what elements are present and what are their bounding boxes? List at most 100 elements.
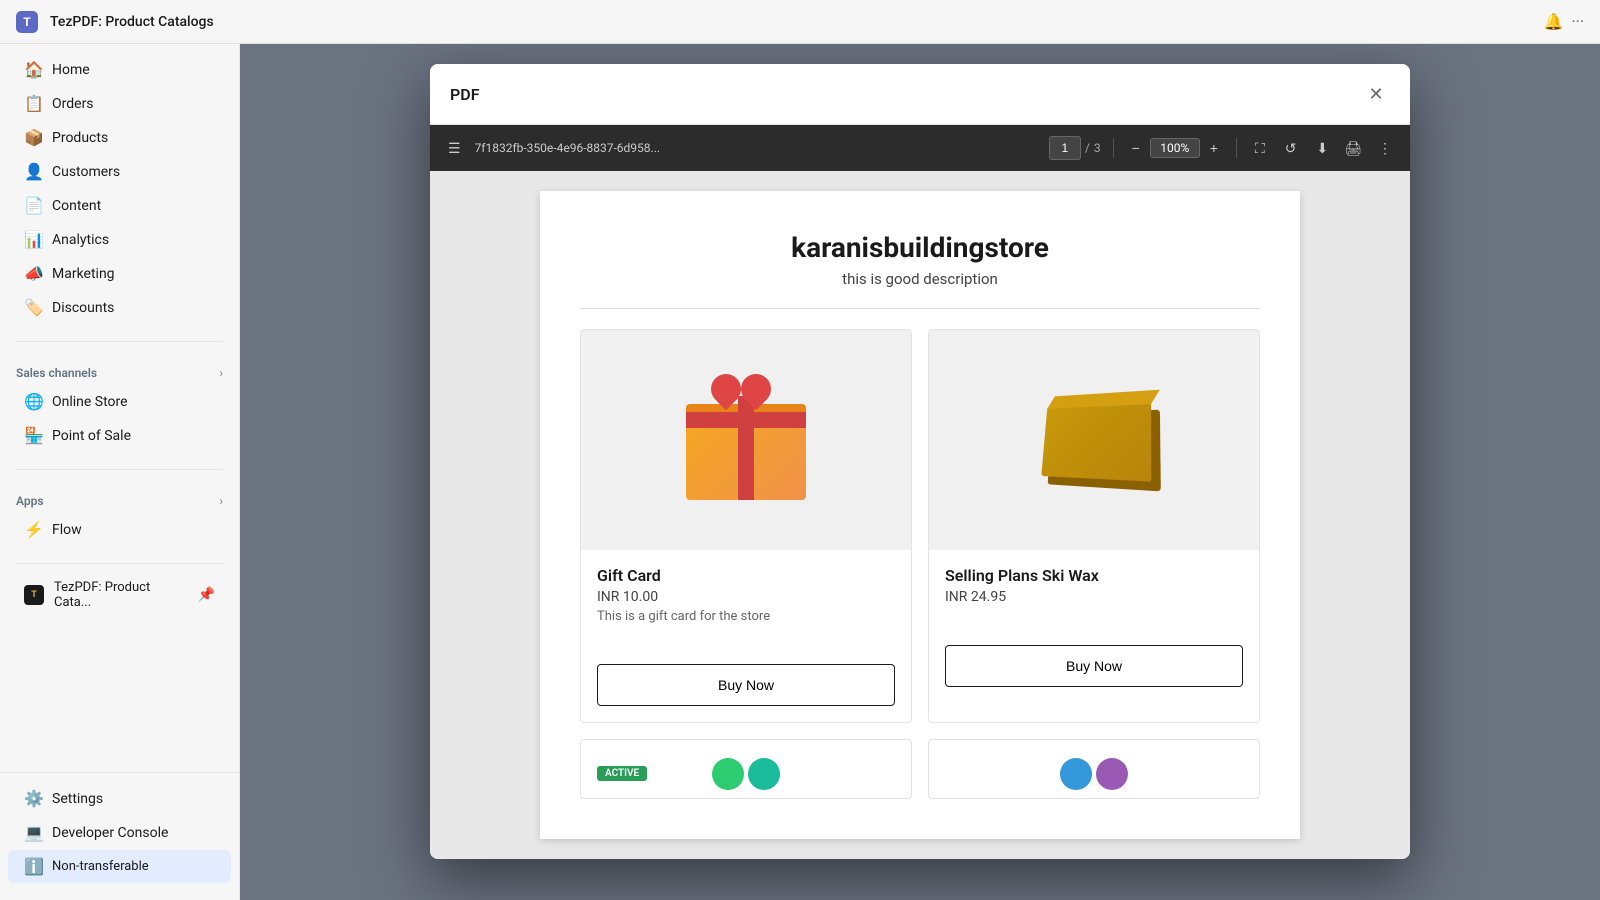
product-name-gift-card: Gift Card	[597, 566, 895, 585]
product-desc-gift-card: This is a gift card for the store	[597, 609, 895, 624]
pdf-zoom-out-button[interactable]: −	[1126, 136, 1146, 160]
pdf-modal: PDF ✕ ☰ 7f1832fb-350e-4e96-8837-6d958...…	[430, 64, 1410, 859]
sidebar-label-products: Products	[52, 130, 215, 146]
sidebar-item-orders[interactable]: 📋 Orders	[8, 87, 231, 120]
sidebar-item-developer-console[interactable]: 💻 Developer Console	[8, 816, 231, 849]
store-name: karanisbuildingstore	[580, 231, 1260, 264]
pdf-page: karanisbuildingstore this is good descri…	[540, 191, 1300, 839]
top-bar: T TezPDF: Product Catalogs 🔔 ···	[0, 0, 1600, 44]
non-transferable-item[interactable]: ℹ️ Non-transferable	[8, 850, 231, 883]
pdf-modal-close-button[interactable]: ✕	[1362, 80, 1390, 108]
product-info-ski-wax: Selling Plans Ski Wax INR 24.95 Buy Now	[929, 550, 1259, 703]
content-icon: 📄	[24, 196, 42, 215]
product-info-gift-card: Gift Card INR 10.00 This is a gift card …	[581, 550, 911, 722]
online-store-icon: 🌐	[24, 392, 42, 411]
modal-overlay: PDF ✕ ☰ 7f1832fb-350e-4e96-8837-6d958...…	[430, 64, 1410, 859]
print-icon: 🖨	[1344, 140, 1362, 157]
rotate-icon: ↺	[1285, 140, 1297, 157]
product-price-gift-card: INR 10.00	[597, 589, 895, 605]
notification-icon[interactable]: 🔔	[1544, 12, 1564, 31]
pdf-more-options-button[interactable]: ⋮	[1372, 136, 1398, 161]
pdf-rotate-button[interactable]: ↺	[1279, 136, 1303, 161]
sidebar-item-customers[interactable]: 👤 Customers	[8, 155, 231, 188]
pdf-zoom-in-button[interactable]: +	[1204, 136, 1224, 160]
more-icon[interactable]: ···	[1571, 12, 1584, 31]
sidebar-divider-2	[16, 469, 223, 470]
orders-icon: 📋	[24, 94, 42, 113]
sidebar-item-analytics[interactable]: 📊 Analytics	[8, 223, 231, 256]
top-bar-title: TezPDF: Product Catalogs	[50, 14, 1532, 30]
pdf-toolbar: ☰ 7f1832fb-350e-4e96-8837-6d958... / 3 −…	[430, 125, 1410, 171]
sidebar-item-flow[interactable]: ⚡ Flow	[8, 513, 231, 546]
sidebar-label-marketing: Marketing	[52, 266, 215, 282]
flow-icon: ⚡	[24, 520, 42, 539]
sidebar-bottom: ⚙️ Settings 💻 Developer Console ℹ️ Non-t…	[0, 772, 239, 884]
menu-icon: ☰	[448, 140, 461, 157]
wax-visual	[1024, 380, 1164, 500]
product-price-ski-wax: INR 24.95	[945, 589, 1243, 605]
pdf-print-button[interactable]: 🖨	[1338, 136, 1368, 161]
customers-icon: 👤	[24, 162, 42, 181]
pdf-toolbar-divider-2	[1236, 138, 1237, 158]
buy-now-button-ski-wax[interactable]: Buy Now	[945, 645, 1243, 687]
pdf-download-button[interactable]: ⬇	[1310, 136, 1334, 161]
partial-card-right	[928, 739, 1260, 799]
sidebar-item-marketing[interactable]: 📣 Marketing	[8, 257, 231, 290]
fit-icon: ⛶	[1255, 140, 1265, 157]
product-image-ski-wax	[929, 330, 1259, 550]
sidebar-section-sales-channels: Sales channels ›	[0, 358, 239, 384]
sidebar-item-point-of-sale[interactable]: 🏪 Point of Sale	[8, 419, 231, 452]
apps-chevron: ›	[219, 494, 223, 508]
pdf-menu-button[interactable]: ☰	[442, 136, 467, 161]
product-name-ski-wax: Selling Plans Ski Wax	[945, 566, 1243, 585]
discounts-icon: 🏷️	[24, 298, 42, 317]
store-description: this is good description	[580, 270, 1260, 288]
sidebar-sales-channels: Sales channels › 🌐 Online Store 🏪 Point …	[0, 350, 239, 461]
sidebar-label-content: Content	[52, 198, 215, 214]
wax-block	[1041, 402, 1151, 482]
sidebar-item-settings[interactable]: ⚙️ Settings	[8, 782, 231, 815]
sidebar-label-developer-console: Developer Console	[52, 825, 215, 841]
sidebar-item-home[interactable]: 🏠 Home	[8, 53, 231, 86]
products-icon: 📦	[24, 128, 42, 147]
products-grid: Gift Card INR 10.00 This is a gift card …	[580, 329, 1260, 723]
home-icon: 🏠	[24, 60, 42, 79]
active-badge-left: ACTIVE	[597, 766, 647, 781]
sidebar-label-point-of-sale: Point of Sale	[52, 428, 215, 444]
sidebar-label-settings: Settings	[52, 791, 215, 807]
product-card-ski-wax: Selling Plans Ski Wax INR 24.95 Buy Now	[928, 329, 1260, 723]
sidebar-section-apps: Apps ›	[0, 486, 239, 512]
more-options-icon: ⋮	[1378, 140, 1392, 157]
partial-products-row: ACTIVE	[580, 739, 1260, 799]
non-transferable-label: Non-transferable	[52, 859, 215, 874]
pdf-modal-header: PDF ✕	[430, 64, 1410, 125]
sidebar-item-content[interactable]: 📄 Content	[8, 189, 231, 222]
avatar-green-1	[712, 758, 744, 790]
pdf-page-input[interactable]	[1049, 136, 1081, 160]
pdf-fit-button[interactable]: ⛶	[1249, 136, 1271, 161]
download-icon: ⬇	[1316, 140, 1328, 157]
partial-card-left: ACTIVE	[580, 739, 912, 799]
tezpdf-icon: T	[24, 585, 44, 605]
pdf-page-controls: / 3	[1049, 136, 1101, 160]
gift-card-visual	[676, 380, 816, 500]
sidebar-divider-1	[16, 341, 223, 342]
pdf-zoom-controls: − 100% +	[1126, 136, 1224, 160]
developer-console-icon: 💻	[24, 823, 42, 842]
sidebar-label-discounts: Discounts	[52, 300, 215, 316]
buy-now-button-gift-card[interactable]: Buy Now	[597, 664, 895, 706]
sidebar-label-customers: Customers	[52, 164, 215, 180]
sidebar-item-products[interactable]: 📦 Products	[8, 121, 231, 154]
sidebar-apps: Apps › ⚡ Flow	[0, 478, 239, 555]
avatar-blue-1	[1060, 758, 1092, 790]
sidebar-item-discounts[interactable]: 🏷️ Discounts	[8, 291, 231, 324]
installed-app-item[interactable]: T TezPDF: Product Cata... 📌	[8, 573, 231, 617]
info-icon: ℹ️	[24, 857, 42, 876]
installed-app-pin-icon: 📌	[198, 587, 215, 603]
sidebar-label-online-store: Online Store	[52, 394, 215, 410]
sales-channels-chevron: ›	[219, 366, 223, 380]
product-card-gift-card: Gift Card INR 10.00 This is a gift card …	[580, 329, 912, 723]
sidebar-item-online-store[interactable]: 🌐 Online Store	[8, 385, 231, 418]
sidebar-label-orders: Orders	[52, 96, 215, 112]
pdf-content: karanisbuildingstore this is good descri…	[430, 171, 1410, 859]
